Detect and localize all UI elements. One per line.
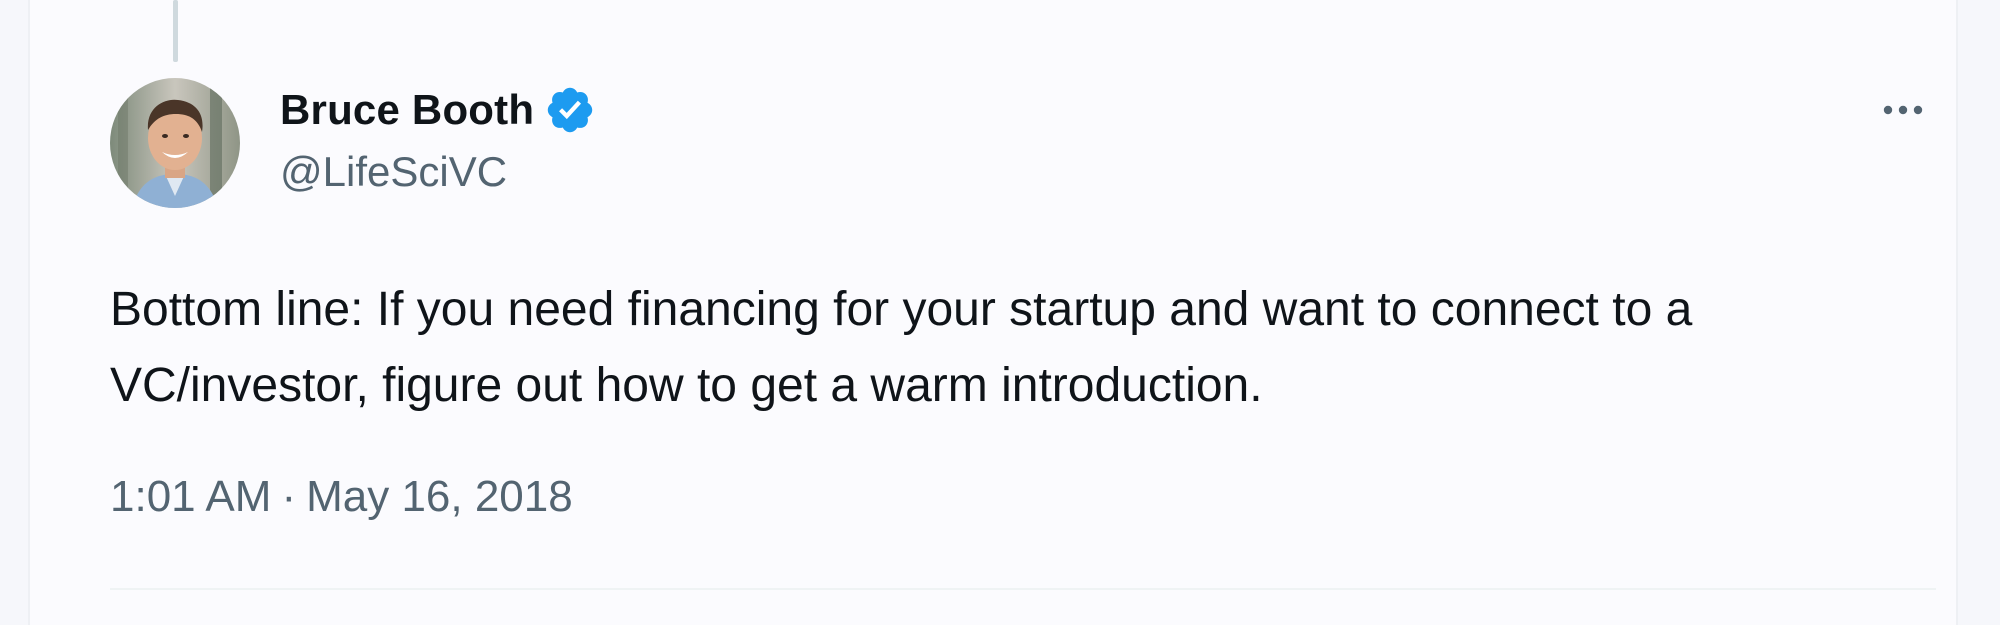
more-horizontal-icon (1883, 105, 1923, 115)
more-options-button[interactable] (1870, 80, 1936, 140)
tweet-card: Bruce Booth @LifeSciVC Bottom line: If y… (28, 0, 1958, 625)
verified-badge-icon[interactable] (544, 84, 596, 136)
tweet-time[interactable]: 1:01 AM (110, 472, 271, 522)
avatar[interactable] (110, 78, 240, 208)
tweet-text: Bottom line: If you need financing for y… (110, 283, 1693, 412)
divider (110, 588, 1936, 590)
author-handle[interactable]: @LifeSciVC (280, 148, 507, 196)
thread-connector-line (173, 0, 178, 62)
tweet-timestamp: 1:01 AM · May 16, 2018 (110, 472, 573, 522)
tweet-date[interactable]: May 16, 2018 (306, 472, 573, 522)
timestamp-separator: · (281, 472, 297, 521)
author-name-row[interactable]: Bruce Booth (280, 82, 596, 138)
avatar-image (110, 78, 240, 208)
display-name[interactable]: Bruce Booth (280, 86, 534, 134)
